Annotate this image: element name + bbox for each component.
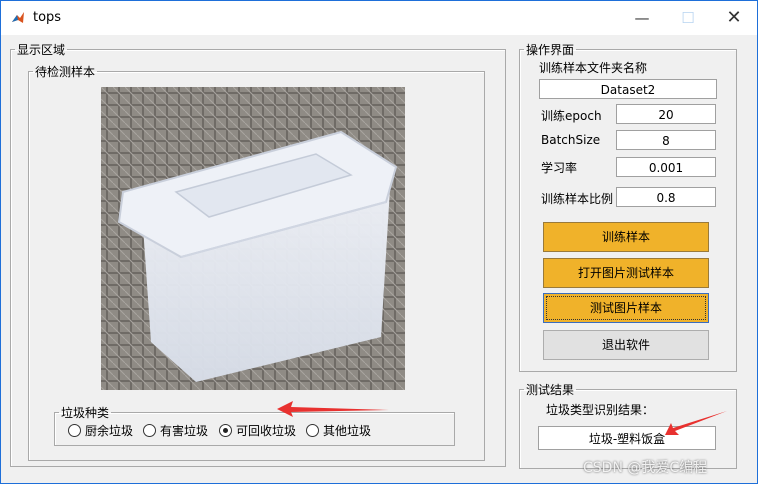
watermark-text: CSDN @我爱C编程 — [583, 460, 708, 476]
train-samples-button[interactable]: 训练样本 — [543, 222, 709, 252]
close-icon: ✕ — [726, 7, 742, 28]
minimize-button[interactable]: — — [619, 1, 665, 35]
radio-label: 可回收垃圾 — [236, 423, 297, 438]
window-title: tops — [33, 10, 62, 25]
annotation-arrow-icon — [277, 401, 389, 417]
train-ratio-field[interactable]: 0.8 — [616, 187, 716, 207]
title-bar[interactable]: tops — ☐ ✕ — [1, 1, 757, 35]
maximize-icon: ☐ — [681, 9, 695, 27]
radio-indicator[interactable] — [68, 423, 81, 437]
result-label: 垃圾类型识别结果： — [546, 403, 655, 417]
matlab-icon — [12, 12, 24, 23]
batch-size-field[interactable]: 8 — [616, 130, 716, 150]
display-panel-title: 显示区域 — [17, 43, 66, 57]
radio-label: 厨余垃圾 — [85, 423, 134, 438]
epoch-field[interactable]: 20 — [616, 104, 716, 124]
learning-rate-label: 学习率 — [541, 161, 578, 175]
folder-name-label: 训练样本文件夹名称 — [539, 61, 648, 75]
radio-recyclable-waste[interactable]: 可回收垃圾 — [219, 422, 296, 438]
open-image-button[interactable]: 打开图片测试样本 — [543, 258, 709, 288]
radio-indicator[interactable] — [306, 423, 319, 437]
train-ratio-label: 训练样本比例 — [541, 192, 614, 206]
radio-indicator-selected[interactable] — [219, 423, 232, 437]
category-panel-title: 垃圾种类 — [61, 406, 110, 420]
plastic-container-picture — [101, 87, 405, 390]
results-panel-title: 测试结果 — [526, 383, 575, 397]
radio-label: 其他垃圾 — [323, 423, 372, 438]
maximize-button[interactable]: ☐ — [665, 1, 711, 35]
learning-rate-field[interactable]: 0.001 — [616, 157, 716, 177]
batch-size-label: BatchSize — [541, 133, 601, 147]
radio-label: 有害垃圾 — [160, 423, 209, 438]
operation-panel-title: 操作界面 — [526, 43, 575, 57]
sample-image — [101, 87, 405, 390]
result-annotation-arrow-icon — [665, 411, 727, 435]
sample-panel-title: 待检测样本 — [35, 65, 96, 79]
radio-indicator[interactable] — [143, 423, 156, 437]
close-button[interactable]: ✕ — [711, 1, 757, 35]
app-window: tops — ☐ ✕ 显示区域 待检测样本 垃圾种类 厨余垃圾 有害垃圾 可回收… — [0, 0, 758, 484]
radio-hazardous-waste[interactable]: 有害垃圾 — [143, 422, 208, 438]
epoch-label: 训练epoch — [541, 109, 602, 123]
radio-kitchen-waste[interactable]: 厨余垃圾 — [68, 422, 133, 438]
radio-other-waste[interactable]: 其他垃圾 — [306, 422, 371, 438]
minimize-icon: — — [634, 9, 650, 27]
folder-name-field[interactable]: Dataset2 — [539, 79, 717, 99]
test-image-button[interactable]: 测试图片样本 — [543, 293, 709, 323]
exit-button[interactable]: 退出软件 — [543, 330, 709, 360]
